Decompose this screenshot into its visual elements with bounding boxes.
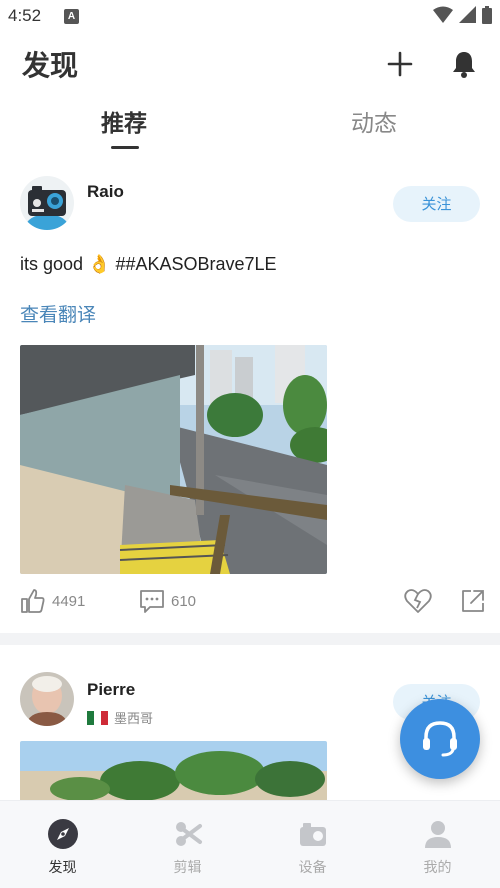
notifications-button[interactable] <box>444 44 484 84</box>
username[interactable]: Pierre <box>87 680 135 700</box>
customer-service-button[interactable] <box>400 699 480 779</box>
camera-device-icon <box>296 817 330 851</box>
thumbs-up-icon <box>21 589 45 613</box>
bottom-nav: 发现 剪辑 设备 我的 <box>0 800 500 888</box>
notification-icon: A <box>64 9 79 24</box>
post-image[interactable] <box>20 345 327 574</box>
post-divider <box>0 633 500 645</box>
post-text: its good 👌 ##AKASOBrave7LE <box>20 254 277 274</box>
translate-link[interactable]: 查看翻译 <box>20 300 96 327</box>
plus-icon <box>387 51 413 77</box>
nav-label: 设备 <box>298 860 327 876</box>
nav-label: 我的 <box>423 860 452 876</box>
battery-icon <box>482 6 492 24</box>
avatar[interactable] <box>20 672 74 726</box>
feed-tabs: 推荐 动态 <box>0 96 500 156</box>
nav-label: 发现 <box>48 860 77 876</box>
broken-heart-icon <box>404 589 432 613</box>
person-icon <box>421 817 455 851</box>
tab-indicator <box>111 146 139 149</box>
post-actions: 4491 610 <box>0 586 500 620</box>
avatar[interactable] <box>20 176 74 230</box>
add-button[interactable] <box>380 44 420 84</box>
nav-edit[interactable]: 剪辑 <box>125 801 250 888</box>
page-title: 发现 <box>22 49 79 82</box>
user-location: 墨西哥 <box>87 708 153 727</box>
nav-profile[interactable]: 我的 <box>375 801 500 888</box>
status-time: 4:52 <box>8 6 42 25</box>
username[interactable]: Raio <box>87 182 124 202</box>
tab-recommend[interactable]: 推荐 <box>101 104 147 138</box>
wifi-icon <box>433 6 453 23</box>
comment-button[interactable]: 610 <box>139 588 196 614</box>
header: 发现 <box>0 34 500 94</box>
nav-device[interactable]: 设备 <box>250 801 375 888</box>
compass-icon <box>46 817 80 851</box>
post-image[interactable] <box>20 741 327 801</box>
follow-button[interactable]: 关注 <box>393 186 480 222</box>
scissors-icon <box>171 817 205 851</box>
dislike-button[interactable] <box>404 588 432 618</box>
mexico-flag-icon <box>87 710 108 725</box>
signal-icon <box>459 6 476 23</box>
status-bar: 4:52 A <box>0 0 500 34</box>
location-label: 墨西哥 <box>114 712 154 727</box>
share-icon <box>462 590 484 612</box>
like-button[interactable]: 4491 <box>20 588 85 614</box>
bell-icon <box>453 52 475 78</box>
share-button[interactable] <box>460 588 486 618</box>
like-count: 4491 <box>52 592 86 610</box>
headset-icon <box>423 721 457 757</box>
tab-dynamic[interactable]: 动态 <box>351 104 397 138</box>
comment-icon <box>140 590 164 613</box>
comment-count: 610 <box>171 592 197 610</box>
nav-discover[interactable]: 发现 <box>0 801 125 888</box>
nav-label: 剪辑 <box>173 860 202 876</box>
